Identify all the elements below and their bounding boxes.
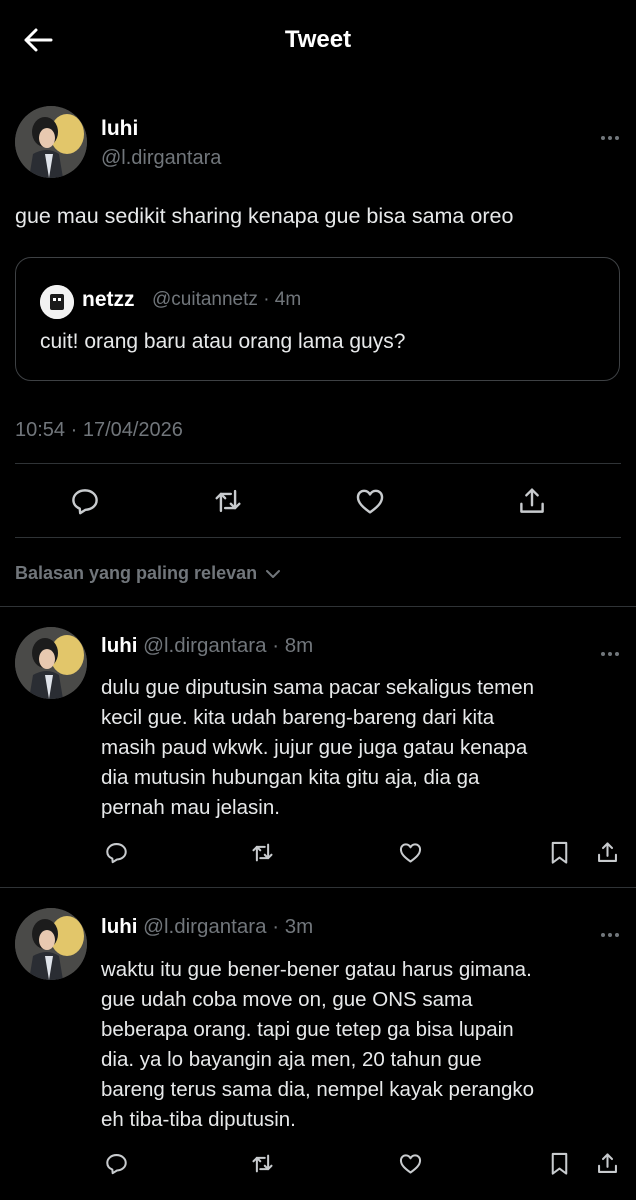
like-button[interactable]	[397, 839, 424, 866]
quote-author-name: netzz	[82, 288, 135, 311]
reply-text: dulu gue diputusin sama pacar sekaligus …	[101, 673, 534, 823]
reply-text-line: waktu itu gue bener-bener gatau harus gi…	[101, 958, 532, 981]
bookmark-button[interactable]	[546, 839, 573, 866]
author-handle[interactable]: @l.dirgantara	[101, 147, 221, 170]
reply-text: waktu itu gue bener-bener gatau harus gi…	[101, 955, 534, 1135]
like-icon	[399, 1154, 422, 1174]
retweet-icon	[252, 1154, 273, 1173]
retweet-icon	[252, 843, 273, 862]
more-options-button[interactable]	[601, 127, 622, 145]
tweet-text: gue mau sedikit sharing kenapa gue bisa …	[15, 204, 514, 228]
reply-avatar[interactable]	[15, 627, 87, 699]
share-button[interactable]	[594, 1150, 621, 1177]
reply-icon	[106, 843, 127, 864]
more-options-button[interactable]	[601, 924, 622, 942]
retweet-button[interactable]	[211, 484, 245, 518]
share-icon	[598, 1153, 617, 1173]
more-options-button[interactable]	[601, 643, 622, 661]
reply-icon	[72, 489, 98, 515]
quote-avatar-logo	[40, 285, 74, 319]
quote-avatar	[40, 285, 74, 319]
reply-author-name[interactable]: luhi	[101, 915, 137, 938]
avatar-photo	[15, 106, 87, 178]
divider	[0, 606, 636, 607]
reply-text-line: dia mutusin hubungan kita gitu aja, dia …	[101, 766, 480, 789]
like-icon	[399, 843, 422, 863]
like-icon	[356, 489, 384, 514]
retweet-button[interactable]	[249, 839, 276, 866]
reply-icon	[106, 1154, 127, 1175]
reply-text-line: bareng terus sama dia, nempel kayak pera…	[101, 1078, 535, 1101]
reply-text-line: eh tiba-tiba diputusin.	[101, 1108, 296, 1131]
more-icon	[601, 924, 622, 942]
reply-text-line: beberapa orang. tapi gue tetep ga bisa l…	[101, 1018, 514, 1041]
sort-replies-selector[interactable]: Balasan yang paling relevan	[15, 563, 282, 584]
reply-text-line: masih paud wkwk. jujur gue juga gatau ke…	[101, 736, 528, 759]
reply-avatar[interactable]	[15, 908, 87, 980]
reply-author-handle[interactable]: @l.dirgantara	[143, 634, 266, 657]
bookmark-button[interactable]	[546, 1150, 573, 1177]
quote-text: cuit! orang baru atau orang lama guys?	[40, 330, 406, 353]
divider	[15, 463, 621, 464]
avatar[interactable]	[15, 106, 87, 178]
reply-author-name[interactable]: luhi	[101, 634, 137, 657]
quoted-tweet[interactable]	[15, 257, 620, 381]
sort-label: Balasan yang paling relevan	[15, 563, 258, 583]
reply-button[interactable]	[68, 484, 102, 518]
tweet-timestamp: 10:54 · 17/04/2026	[15, 419, 183, 441]
retweet-icon	[215, 489, 241, 513]
reply-header: luhi @l.dirgantara · 3m	[101, 915, 313, 939]
reply-time: · 3m	[272, 915, 314, 938]
bookmark-icon	[551, 841, 568, 864]
like-button[interactable]	[397, 1150, 424, 1177]
share-button[interactable]	[515, 484, 549, 518]
quote-meta: @cuitannetz · 4m	[152, 289, 301, 311]
quote-author-handle: @cuitannetz	[152, 289, 258, 310]
like-button[interactable]	[353, 484, 387, 518]
reply-text-line: gue udah coba move on, gue ONS sama	[101, 988, 473, 1011]
retweet-button[interactable]	[249, 1150, 276, 1177]
author-name[interactable]: luhi	[101, 117, 138, 141]
page-title: Tweet	[284, 26, 352, 53]
reply-text-line: dulu gue diputusin sama pacar sekaligus …	[101, 676, 535, 699]
more-icon	[601, 127, 622, 145]
quote-time: · 4m	[263, 289, 302, 310]
share-icon	[520, 488, 544, 513]
reply-button[interactable]	[103, 1150, 130, 1177]
divider	[0, 887, 636, 888]
reply-button[interactable]	[103, 839, 130, 866]
reply-text-line: dia. ya lo bayangin aja men, 20 tahun gu…	[101, 1048, 482, 1071]
avatar-photo	[15, 908, 87, 980]
reply-text-line: pernah mau jelasin.	[101, 796, 280, 819]
divider	[15, 537, 621, 538]
bookmark-icon	[551, 1152, 568, 1175]
chevron-down-icon	[266, 570, 281, 579]
share-icon	[598, 842, 617, 862]
reply-author-handle[interactable]: @l.dirgantara	[143, 915, 266, 938]
avatar-photo	[15, 627, 87, 699]
reply-time: · 8m	[272, 634, 314, 657]
more-icon	[601, 643, 622, 661]
reply-text-line: kecil gue. kita udah bareng-bareng dari …	[101, 706, 495, 729]
share-button[interactable]	[594, 839, 621, 866]
reply-header: luhi @l.dirgantara · 8m	[101, 634, 313, 658]
